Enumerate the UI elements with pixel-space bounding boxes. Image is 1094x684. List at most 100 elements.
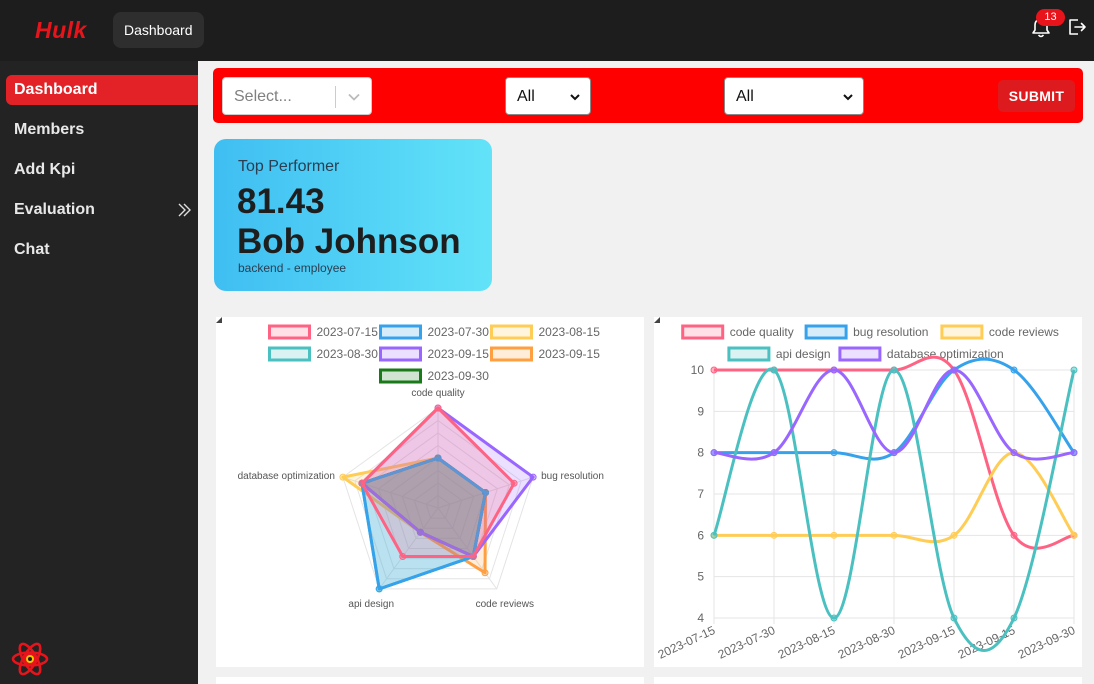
line-point xyxy=(770,531,778,539)
sidebar-item-label: Add Kpi xyxy=(14,161,76,178)
radar-axis-label: database optimization xyxy=(238,471,335,482)
line-chart: code quality bug resolution code reviews ap… xyxy=(656,324,1078,662)
legend-label: bug resolution xyxy=(853,325,928,339)
sidebar-item-add-kpi[interactable]: Add Kpi xyxy=(6,155,198,185)
y-tick-label: 4 xyxy=(697,611,704,625)
line-point xyxy=(710,531,718,539)
notification-badge[interactable]: 13 xyxy=(1036,9,1065,26)
line-point xyxy=(1010,366,1018,374)
legend-label: 2023-09-30 xyxy=(428,369,490,383)
sidebar-item-label: Chat xyxy=(14,241,50,258)
sidebar-item-chat[interactable]: Chat xyxy=(6,235,198,265)
legend-swatch xyxy=(379,368,422,384)
sidebar-item-members[interactable]: Members xyxy=(6,115,198,145)
radar-chart: 2023-07-15 2023-07-30 2023-08-15 2023-08-30… xyxy=(238,324,604,610)
legend-swatch xyxy=(268,346,311,362)
line-point xyxy=(890,449,898,457)
line-point xyxy=(770,449,778,457)
y-tick-label: 5 xyxy=(697,570,704,584)
legend-swatch xyxy=(379,346,422,362)
y-tick-label: 7 xyxy=(697,487,704,501)
line-point xyxy=(1070,531,1078,539)
line-point xyxy=(770,366,778,374)
x-tick-label: 2023-07-30 xyxy=(716,623,778,662)
select-placeholder: Select... xyxy=(234,88,292,105)
sidebar-item-dashboard[interactable]: Dashboard xyxy=(6,75,198,105)
legend-swatch xyxy=(681,324,725,340)
line-point xyxy=(830,531,838,539)
x-tick-label: 2023-09-30 xyxy=(1016,623,1078,662)
radar-point xyxy=(399,553,407,561)
filter-select-3-value: All xyxy=(736,88,754,105)
x-tick-label: 2023-09-15 xyxy=(896,623,958,662)
radar-point xyxy=(481,569,489,577)
legend-label: code reviews xyxy=(989,325,1059,339)
line-point xyxy=(710,449,718,457)
line-point xyxy=(890,531,898,539)
filter-bar: Select... All All SUBMIT xyxy=(213,68,1083,123)
line-point xyxy=(1010,614,1018,622)
y-tick-label: 8 xyxy=(697,446,704,460)
line-point xyxy=(1070,366,1078,374)
legend-label: api design xyxy=(776,347,831,361)
radar-point xyxy=(339,473,347,481)
select-separator xyxy=(335,86,336,108)
submit-button[interactable]: SUBMIT xyxy=(998,80,1075,112)
line-chart-panel: code quality bug resolution code reviews ap… xyxy=(654,317,1082,667)
member-select[interactable]: Select... xyxy=(222,77,372,115)
resize-handle-icon[interactable] xyxy=(216,317,222,323)
resize-handle-icon[interactable] xyxy=(654,317,660,323)
legend-label: 2023-07-30 xyxy=(428,325,490,339)
line-point xyxy=(950,614,958,622)
legend-swatch xyxy=(804,324,848,340)
legend-swatch xyxy=(727,346,771,362)
radar-axis-label: code reviews xyxy=(476,599,534,610)
logout-icon[interactable] xyxy=(1067,17,1087,37)
sidebar-item-label: Evaluation xyxy=(14,201,95,218)
top-performer-score: 81.43 xyxy=(237,182,325,221)
line-point xyxy=(950,531,958,539)
double-chevron-right-icon xyxy=(178,203,191,217)
x-tick-label: 2023-07-15 xyxy=(656,623,718,662)
chart-panel-partial xyxy=(216,677,644,684)
line-point xyxy=(890,366,898,374)
radar-point xyxy=(358,479,366,487)
sidebar-item-label: Dashboard xyxy=(14,81,98,98)
radar-axis-label: api design xyxy=(348,599,394,610)
filter-select-2-value: All xyxy=(517,88,535,105)
brand-logo[interactable]: Hulk xyxy=(35,17,87,44)
legend-swatch xyxy=(490,346,533,362)
legend-label: 2023-07-15 xyxy=(317,325,379,339)
chevron-down-icon[interactable] xyxy=(347,90,361,104)
radar-axis-label: code quality xyxy=(411,388,464,399)
legend-swatch xyxy=(268,324,311,340)
sidebar: Dashboard Members Add Kpi Evaluation Cha… xyxy=(0,61,198,684)
legend-label: 2023-09-15 xyxy=(428,347,490,361)
legend-swatch xyxy=(379,324,422,340)
legend-swatch xyxy=(490,324,533,340)
filter-select-3[interactable]: All xyxy=(724,77,864,115)
radar-point xyxy=(529,473,537,481)
legend-label: 2023-08-15 xyxy=(539,325,601,339)
legend-swatch xyxy=(838,346,882,362)
top-performer-name: Bob Johnson xyxy=(237,222,461,261)
legend-label: 2023-09-15 xyxy=(539,347,601,361)
line-point xyxy=(830,614,838,622)
top-performer-card: Top Performer 81.43 Bob Johnson backend … xyxy=(214,139,492,291)
filter-select-2[interactable]: All xyxy=(505,77,591,115)
legend-label: 2023-08-30 xyxy=(317,347,379,361)
y-tick-label: 6 xyxy=(697,528,704,542)
legend-label: code quality xyxy=(730,325,794,339)
y-tick-label: 10 xyxy=(691,363,705,377)
line-point xyxy=(830,449,838,457)
radar-point xyxy=(510,479,518,487)
radar-point xyxy=(434,404,442,412)
radar-point xyxy=(375,585,383,593)
radar-chart-panel: 2023-07-15 2023-07-30 2023-08-15 2023-08-30… xyxy=(216,317,644,667)
card-title: Top Performer xyxy=(238,158,340,175)
radar-point xyxy=(469,553,477,561)
x-tick-label: 2023-08-30 xyxy=(836,623,898,662)
line-point xyxy=(1070,449,1078,457)
breadcrumb[interactable]: Dashboard xyxy=(113,12,204,48)
sidebar-item-evaluation[interactable]: Evaluation xyxy=(6,195,198,225)
